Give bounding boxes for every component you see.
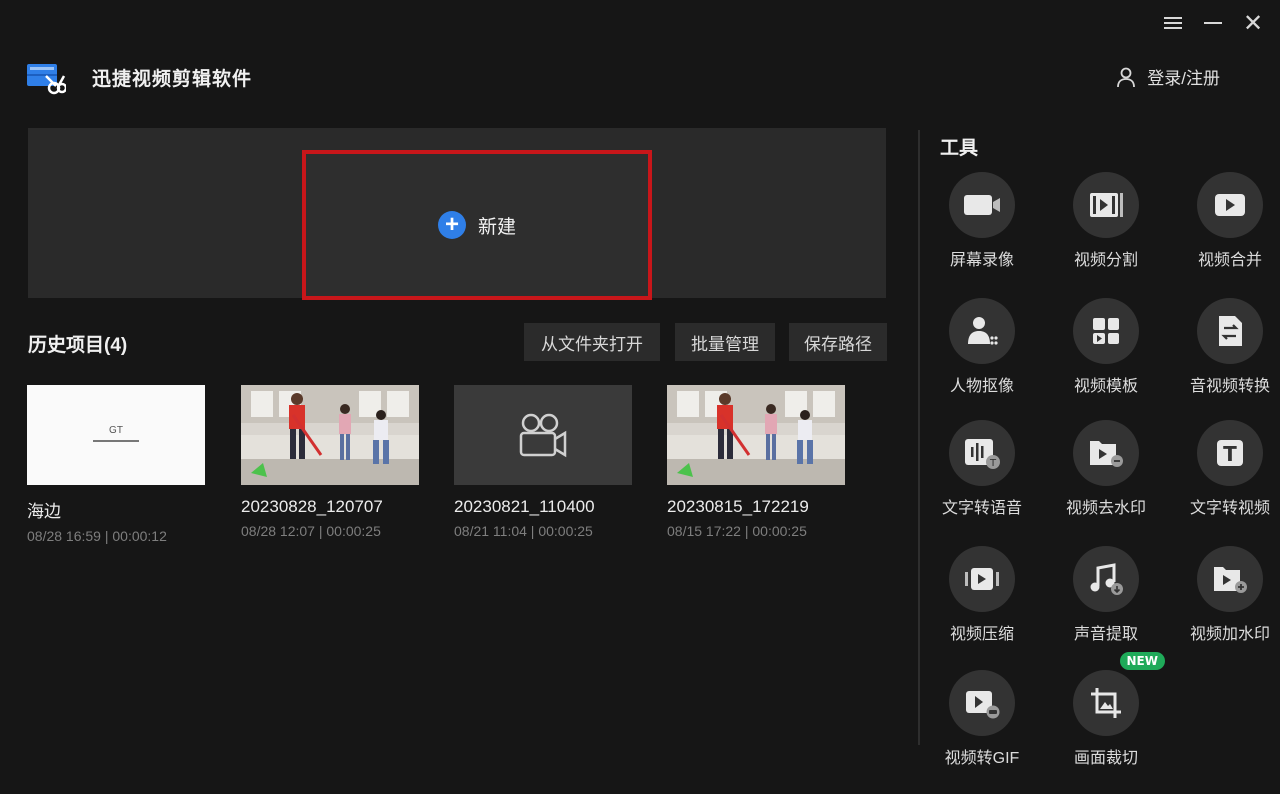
tool-label: 视频加水印	[1189, 626, 1270, 643]
project-thumbnail	[667, 385, 845, 485]
app-logo-icon	[27, 64, 66, 95]
project-name: 20230828_120707	[241, 497, 383, 516]
history-item[interactable]: GT 海边 08/28 16:59 | 00:00:12	[27, 385, 205, 544]
login-label: 登录/注册	[1147, 69, 1220, 88]
tool-label: 视频合并	[1197, 252, 1262, 269]
tool-remove-watermark[interactable]: 视频去水印	[1044, 420, 1168, 518]
text-to-speech-icon: T	[965, 439, 1000, 469]
remove-watermark-icon	[1090, 441, 1123, 467]
video-merge-icon	[1215, 194, 1245, 216]
tools-title: 工具	[940, 138, 979, 159]
window-controls: ✕	[1160, 10, 1266, 36]
tool-label: 视频分割	[1073, 252, 1138, 269]
svg-text:T: T	[989, 458, 997, 469]
tool-video-merge[interactable]: 视频合并	[1168, 172, 1280, 270]
project-name: 20230815_172219	[667, 497, 809, 516]
thumbnail-caption: GT	[109, 425, 123, 436]
history-title: 历史项目(4)	[28, 335, 128, 356]
history-item[interactable]: 20230828_120707 08/28 12:07 | 00:00:25	[241, 385, 419, 539]
video-camera-icon	[519, 413, 567, 458]
tool-video-split[interactable]: 视频分割	[1044, 172, 1168, 270]
project-meta: 08/28 12:07 | 00:00:25	[241, 523, 381, 539]
tool-label: 视频转GIF	[944, 750, 1020, 767]
audio-extract-icon	[1090, 563, 1123, 595]
tool-video-to-gif[interactable]: 视频转GIF	[920, 670, 1044, 768]
video-split-icon	[1090, 193, 1123, 217]
save-path-button[interactable]: 保存路径	[789, 323, 887, 361]
tool-audio-extract[interactable]: 声音提取	[1044, 546, 1168, 644]
tool-label: 屏幕录像	[949, 252, 1014, 269]
portrait-cutout-icon	[968, 317, 998, 345]
tool-label: 音视频转换	[1189, 378, 1270, 395]
video-compress-icon	[965, 568, 999, 590]
text-to-video-icon: T	[1217, 440, 1243, 466]
project-meta: 08/28 16:59 | 00:00:12	[27, 528, 167, 544]
login-button[interactable]: 登录/注册	[1115, 64, 1220, 89]
project-meta: 08/21 11:04 | 00:00:25	[454, 523, 593, 539]
video-to-gif-icon	[966, 691, 1000, 719]
tool-label: 视频压缩	[949, 626, 1014, 643]
plus-icon: +	[437, 211, 466, 239]
project-thumbnail: GT	[27, 385, 205, 485]
minimize-icon[interactable]	[1200, 10, 1226, 36]
dance-scene-image	[241, 385, 419, 485]
new-project-label: 新建	[477, 216, 516, 238]
tool-video-compress[interactable]: 视频压缩	[920, 546, 1044, 644]
tool-av-convert[interactable]: 音视频转换	[1168, 298, 1280, 396]
project-name: 海边	[27, 502, 61, 521]
tool-portrait-cutout[interactable]: 人物抠像	[920, 298, 1044, 396]
batch-manage-button[interactable]: 批量管理	[675, 323, 775, 361]
project-thumbnail	[241, 385, 419, 485]
open-folder-button[interactable]: 从文件夹打开	[524, 323, 660, 361]
user-icon	[1117, 67, 1136, 87]
new-badge: NEW	[1119, 652, 1165, 670]
history-item[interactable]: 20230815_172219 08/15 17:22 | 00:00:25	[667, 385, 845, 539]
app-title: 迅捷视频剪辑软件	[92, 69, 253, 90]
menu-icon[interactable]	[1160, 10, 1186, 36]
tool-label: 画面裁切	[1073, 750, 1138, 767]
tool-label: 视频去水印	[1065, 500, 1146, 517]
tool-label: 文字转语音	[941, 500, 1022, 517]
history-item[interactable]: 20230821_110400 08/21 11:04 | 00:00:25	[454, 385, 632, 539]
project-name: 20230821_110400	[454, 497, 595, 516]
tool-label: 文字转视频	[1189, 500, 1270, 517]
new-project-button[interactable]: + 新建	[302, 150, 652, 300]
project-meta: 08/15 17:22 | 00:00:25	[667, 523, 807, 539]
project-thumbnail	[454, 385, 632, 485]
tool-crop[interactable]: NEW 画面裁切	[1044, 652, 1168, 768]
video-template-icon	[1093, 318, 1119, 344]
add-watermark-icon	[1214, 567, 1247, 593]
crop-icon	[1091, 688, 1121, 718]
tool-label: 声音提取	[1073, 626, 1138, 643]
tool-text-to-speech[interactable]: T 文字转语音	[920, 420, 1044, 518]
tool-label: 人物抠像	[949, 378, 1014, 395]
tool-video-template[interactable]: 视频模板	[1044, 298, 1168, 396]
tool-text-to-video[interactable]: T 文字转视频	[1168, 420, 1280, 518]
tool-screen-record[interactable]: 屏幕录像	[920, 172, 1044, 270]
dance-scene-image	[667, 385, 845, 485]
av-convert-icon	[1219, 316, 1242, 346]
svg-text:T: T	[1223, 442, 1237, 466]
close-icon[interactable]: ✕	[1240, 10, 1266, 36]
tool-label: 视频模板	[1073, 378, 1138, 395]
screen-record-icon	[964, 195, 1000, 215]
tool-add-watermark[interactable]: 视频加水印	[1168, 546, 1280, 644]
